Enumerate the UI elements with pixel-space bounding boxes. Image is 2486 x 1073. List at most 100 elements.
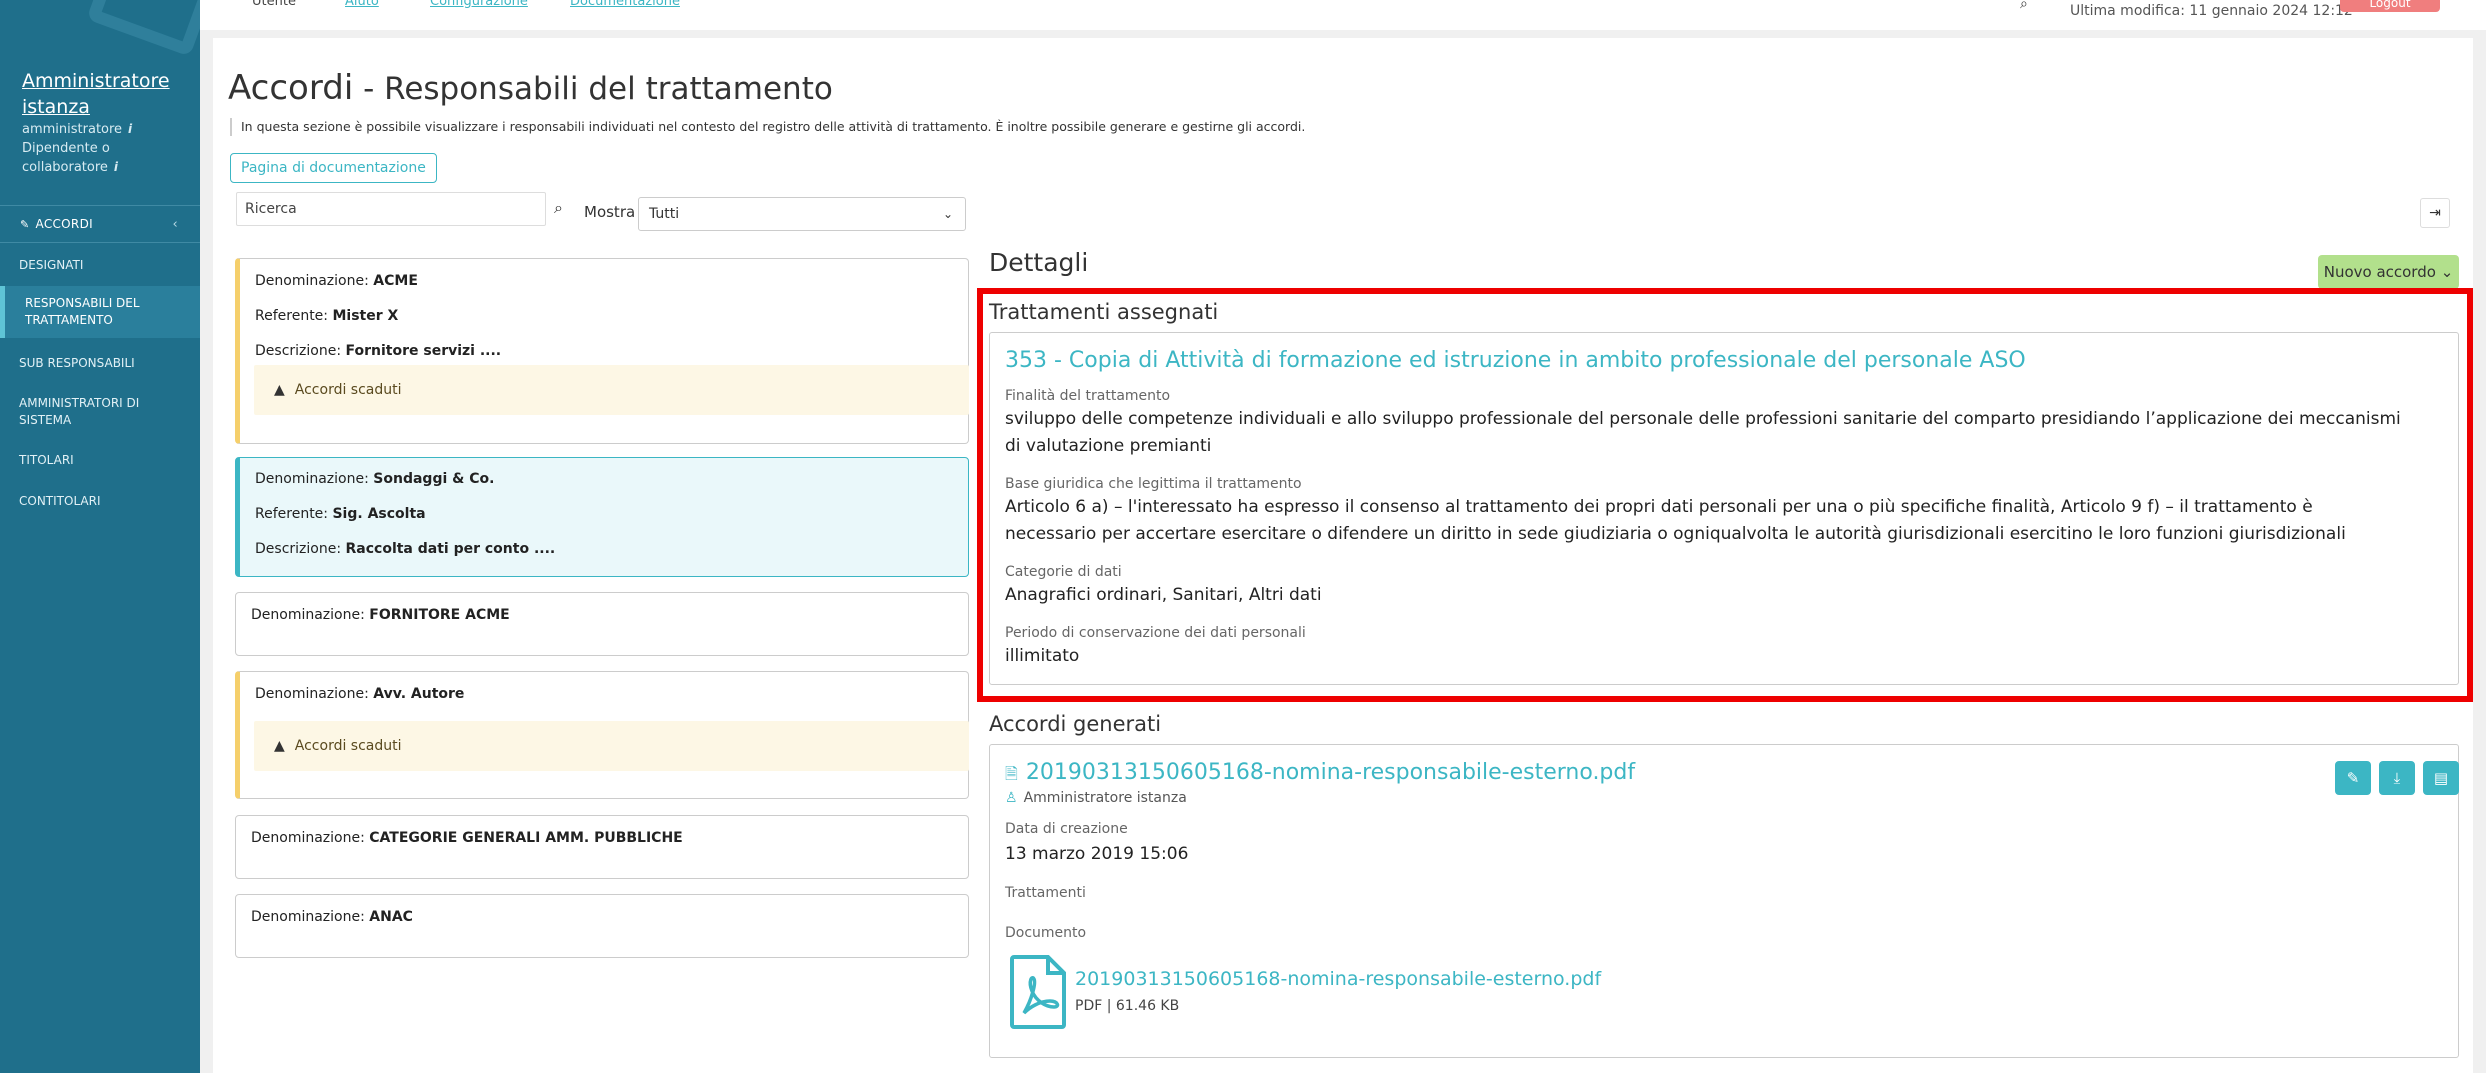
card-row: Referente: Sig. Ascolta	[255, 497, 968, 532]
show-select[interactable]: Tutti ⌄	[638, 197, 966, 231]
sidebar-item-responsabili[interactable]: RESPONSABILI DEL TRATTAMENTO	[0, 286, 200, 338]
card-value: Sig. Ascolta	[332, 506, 426, 522]
user-name-link[interactable]: Amministratore istanza	[22, 68, 192, 120]
user-role-text: amministratore	[22, 122, 123, 137]
main-panel: Accordi - Responsabili del trattamento I…	[213, 38, 2473, 1073]
retention-label: Periodo di conservazione dei dati person…	[1005, 625, 1306, 641]
page-title-main: Accordi	[228, 68, 354, 108]
categories-value: Anagrafici ordinari, Sanitari, Altri dat…	[1005, 585, 1322, 605]
document-link[interactable]: 20190313150605168-nomina-responsabile-es…	[1075, 968, 1601, 990]
card-row: Denominazione: ACME	[255, 264, 968, 299]
card-value: Sondaggi & Co.	[373, 471, 495, 487]
new-agreement-button[interactable]: Nuovo accordo ⌄	[2318, 255, 2459, 289]
info-icon[interactable]: i	[128, 122, 132, 136]
card-value: CATEGORIE GENERALI AMM. PUBBLICHE	[369, 830, 683, 846]
chevron-down-icon: ⌄	[942, 207, 953, 221]
agreement-author: ♙ Amministratore istanza	[1005, 790, 1187, 806]
nav-section-accordi[interactable]: ✎ ACCORDI ‹	[0, 206, 200, 242]
assigned-treatments-title: Trattamenti assegnati	[989, 300, 1219, 324]
created-value: 13 marzo 2019 15:06	[1005, 844, 1189, 864]
topbar-link-docs[interactable]: Documentazione	[570, 0, 680, 9]
warning-icon: ▲	[274, 738, 285, 754]
sidebar-item-sub-responsabili[interactable]: SUB RESPONSABILI	[0, 355, 200, 372]
archive-icon: ▤	[2433, 769, 2449, 787]
treatment-card: 353 - Copia di Attività di formazione ed…	[989, 332, 2459, 685]
retention-value: illimitato	[1005, 646, 1080, 666]
search-box: ⌕	[236, 192, 563, 226]
document-meta: PDF | 61.46 KB	[1075, 998, 1180, 1014]
card-row: Descrizione: Fornitore servizi ....	[255, 334, 968, 369]
archive-button[interactable]: ▤	[2423, 761, 2459, 795]
list-item[interactable]: Denominazione: Sondaggi & Co. Referente:…	[235, 457, 969, 577]
chevron-left-icon[interactable]: ‹	[173, 217, 179, 232]
card-label: Descrizione:	[255, 541, 346, 557]
card-label: Denominazione:	[251, 909, 370, 925]
card-label: Denominazione:	[255, 273, 374, 289]
sidebar-item-titolari[interactable]: TITOLARI	[0, 452, 200, 469]
download-button[interactable]: ⤓	[2379, 761, 2415, 795]
card-value: FORNITORE ACME	[369, 607, 510, 623]
sidebar-item-contitolari[interactable]: CONTITOLARI	[0, 493, 200, 510]
search-icon[interactable]: ⌕	[2020, 0, 2028, 12]
last-modified: Ultima modifica: 11 gennaio 2024 12:12	[2070, 3, 2353, 19]
card-value: Avv. Autore	[373, 686, 465, 702]
list-item[interactable]: Denominazione: FORNITORE ACME	[235, 592, 969, 656]
topbar-link-config[interactable]: Configurazione	[430, 0, 528, 9]
agreement-file-link[interactable]: 🗎 20190313150605168-nomina-responsabile-e…	[1005, 760, 1635, 790]
card-row: Denominazione: Avv. Autore	[255, 677, 968, 712]
card-value: ACME	[373, 273, 418, 289]
chevron-down-icon: ⌄	[2440, 263, 2454, 281]
created-label: Data di creazione	[1005, 821, 1128, 837]
info-icon[interactable]: i	[114, 160, 118, 174]
categories-label: Categorie di dati	[1005, 564, 1122, 580]
topbar-link-help[interactable]: Aiuto	[345, 0, 379, 9]
card-row: Denominazione: CATEGORIE GENERALI AMM. P…	[251, 821, 968, 856]
treatment-title-link[interactable]: 353 - Copia di Attività di formazione ed…	[1005, 348, 2026, 373]
pdf-file-icon[interactable]	[1010, 955, 1066, 1033]
expired-alert: ▲ Accordi scaduti	[254, 365, 969, 415]
pencil-icon: ✎	[2346, 769, 2360, 787]
card-value: ANAC	[369, 909, 413, 925]
documentation-button[interactable]: Pagina di documentazione	[230, 153, 437, 183]
export-icon[interactable]: ⇥	[2420, 198, 2450, 228]
expired-alert: ▲ Accordi scaduti	[254, 721, 969, 771]
nav-section-label: ACCORDI	[35, 217, 93, 231]
user-role-secondary-text: Dipendente o collaboratore	[22, 141, 110, 175]
sidebar-item-amministratori[interactable]: AMMINISTRATORI DI SISTEMA	[0, 395, 200, 429]
card-row: Descrizione: Raccolta dati per conto ...…	[255, 532, 968, 567]
topbar: Utente Aiuto Configurazione Documentazio…	[200, 0, 2486, 30]
logout-button[interactable]: Logout	[2340, 0, 2440, 12]
agreement-author-name: Amministratore istanza	[1023, 790, 1187, 806]
card-value: Mister X	[332, 308, 399, 324]
card-label: Referente:	[255, 506, 333, 522]
edit-button[interactable]: ✎	[2335, 761, 2371, 795]
legal-basis-value: Articolo 6 a) – l'interessato ha espress…	[1005, 497, 2346, 544]
list-item[interactable]: Denominazione: Avv. Autore ▲ Accordi scad…	[235, 671, 969, 799]
details-title: Dettagli	[989, 248, 1089, 277]
show-label: Mostra	[584, 203, 636, 221]
user-role: amministratore i	[22, 120, 192, 139]
sidebar-item-designati[interactable]: DESIGNATI	[0, 257, 200, 274]
user-block: Amministratore istanza amministratore i D…	[22, 68, 192, 177]
expired-text: Accordi scaduti	[294, 382, 402, 398]
list-item[interactable]: Denominazione: ANAC	[235, 894, 969, 958]
divider	[0, 242, 200, 243]
download-icon: ⤓	[2393, 769, 2401, 787]
card-row: Denominazione: ANAC	[251, 900, 968, 935]
page-description: In questa sezione è possibile visualizza…	[230, 118, 1305, 136]
sidebar: Amministratore istanza amministratore i D…	[0, 0, 214, 1073]
card-label: Referente:	[255, 308, 333, 324]
search-input[interactable]	[236, 192, 546, 226]
user-role-secondary: Dipendente o collaboratore i	[22, 139, 192, 177]
show-select-value: Tutti	[649, 206, 680, 222]
card-value: Raccolta dati per conto ....	[345, 541, 556, 557]
topbar-user[interactable]: Utente	[252, 0, 296, 9]
list-item[interactable]: Denominazione: CATEGORIE GENERALI AMM. P…	[235, 815, 969, 879]
card-label: Denominazione:	[251, 607, 370, 623]
list-item[interactable]: Denominazione: ACME Referente: Mister X …	[235, 258, 969, 444]
document-label: Documento	[1005, 925, 1087, 941]
page-title: Accordi - Responsabili del trattamento	[228, 68, 833, 108]
expired-text: Accordi scaduti	[294, 738, 402, 754]
user-icon: ♙	[1005, 790, 1018, 806]
search-icon[interactable]: ⌕	[554, 198, 563, 218]
